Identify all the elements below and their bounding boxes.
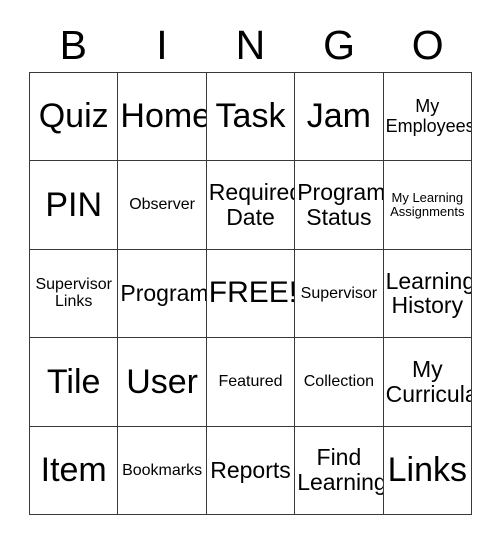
header-letter-i-text: I bbox=[156, 21, 168, 68]
bingo-cell-label: Supervisor bbox=[300, 284, 378, 302]
bingo-cell-b2[interactable]: PIN bbox=[30, 161, 119, 250]
bingo-cell-i2[interactable]: Observer bbox=[118, 161, 207, 250]
bingo-cell-label: Links bbox=[387, 450, 467, 489]
header-letter-b: B bbox=[29, 18, 118, 72]
header-letter-o-text: O bbox=[411, 21, 444, 68]
bingo-cell-label: Task bbox=[215, 97, 286, 136]
bingo-cell-label: Learning History bbox=[385, 267, 472, 319]
bingo-cell-g2[interactable]: Program Status bbox=[295, 161, 384, 250]
bingo-cell-o1[interactable]: My Employees bbox=[383, 73, 472, 162]
header-letter-i: I bbox=[118, 18, 207, 72]
bingo-cell-o2[interactable]: My Learning Assignments bbox=[383, 161, 472, 250]
bingo-cell-label: Program bbox=[120, 280, 207, 307]
bingo-cell-label: Program Status bbox=[297, 179, 384, 231]
bingo-cell-o3[interactable]: Learning History bbox=[383, 249, 472, 339]
header-letter-g: G bbox=[295, 18, 384, 72]
bingo-cell-i3[interactable]: Program bbox=[118, 249, 207, 339]
bingo-cell-label: Find Learning bbox=[297, 444, 384, 496]
bingo-cell-o4[interactable]: My Curricula bbox=[383, 338, 472, 427]
bingo-cell-label: User bbox=[126, 362, 198, 401]
header-letter-g-text: G bbox=[323, 21, 356, 68]
bingo-cell-label: Supervisor Links bbox=[35, 276, 112, 311]
bingo-cell-b5[interactable]: Item bbox=[30, 426, 119, 515]
bingo-cell-label: Featured bbox=[218, 373, 283, 391]
bingo-cell-label: Observer bbox=[129, 196, 195, 214]
header-letter-b-text: B bbox=[59, 21, 87, 68]
bingo-cell-i5[interactable]: Bookmarks bbox=[118, 426, 207, 515]
bingo-cell-g1[interactable]: Jam bbox=[295, 73, 384, 162]
bingo-cell-b3[interactable]: Supervisor Links bbox=[30, 249, 119, 339]
header-letter-n-text: N bbox=[235, 21, 266, 68]
bingo-grid: Quiz Home Task Jam My Employees PIN Obse… bbox=[29, 72, 472, 515]
bingo-cell-label: Reports bbox=[210, 456, 291, 483]
bingo-cell-n2[interactable]: Required Date bbox=[206, 161, 296, 250]
bingo-cell-b1[interactable]: Quiz bbox=[30, 73, 119, 162]
bingo-cell-label: Jam bbox=[306, 97, 371, 136]
bingo-cell-label: PIN bbox=[45, 185, 103, 224]
bingo-cell-g4[interactable]: Collection bbox=[295, 338, 384, 427]
bingo-cell-label: Home bbox=[120, 97, 207, 136]
bingo-cell-g5[interactable]: Find Learning bbox=[295, 426, 384, 515]
bingo-cell-label: Quiz bbox=[38, 97, 109, 136]
bingo-cell-i1[interactable]: Home bbox=[118, 73, 207, 162]
bingo-cell-n1[interactable]: Task bbox=[206, 73, 296, 162]
bingo-cell-label: My Learning Assignments bbox=[390, 190, 465, 220]
bingo-cell-free-space[interactable]: FREE! bbox=[206, 249, 296, 339]
bingo-cell-label: Item bbox=[40, 450, 107, 489]
header-letter-o: O bbox=[383, 18, 472, 72]
bingo-cell-label: Tile bbox=[46, 362, 101, 401]
bingo-cell-label: Required Date bbox=[208, 179, 296, 231]
bingo-cell-label: Bookmarks bbox=[122, 461, 203, 479]
bingo-cell-n5[interactable]: Reports bbox=[206, 426, 296, 515]
bingo-cell-o5[interactable]: Links bbox=[383, 426, 472, 515]
bingo-free-space-label: FREE! bbox=[208, 276, 296, 310]
bingo-cell-label: Collection bbox=[303, 373, 375, 391]
bingo-cell-b4[interactable]: Tile bbox=[30, 338, 119, 427]
bingo-cell-n4[interactable]: Featured bbox=[206, 338, 296, 427]
header-letter-n: N bbox=[206, 18, 295, 72]
bingo-header-row: B I N G O bbox=[29, 18, 472, 72]
bingo-card: B I N G O Quiz Home Task Jam My Employee… bbox=[0, 0, 500, 544]
bingo-cell-i4[interactable]: User bbox=[118, 338, 207, 427]
bingo-cell-label: My Employees bbox=[385, 96, 472, 136]
bingo-cell-g3[interactable]: Supervisor bbox=[295, 249, 384, 339]
bingo-cell-label: My Curricula bbox=[385, 356, 472, 407]
